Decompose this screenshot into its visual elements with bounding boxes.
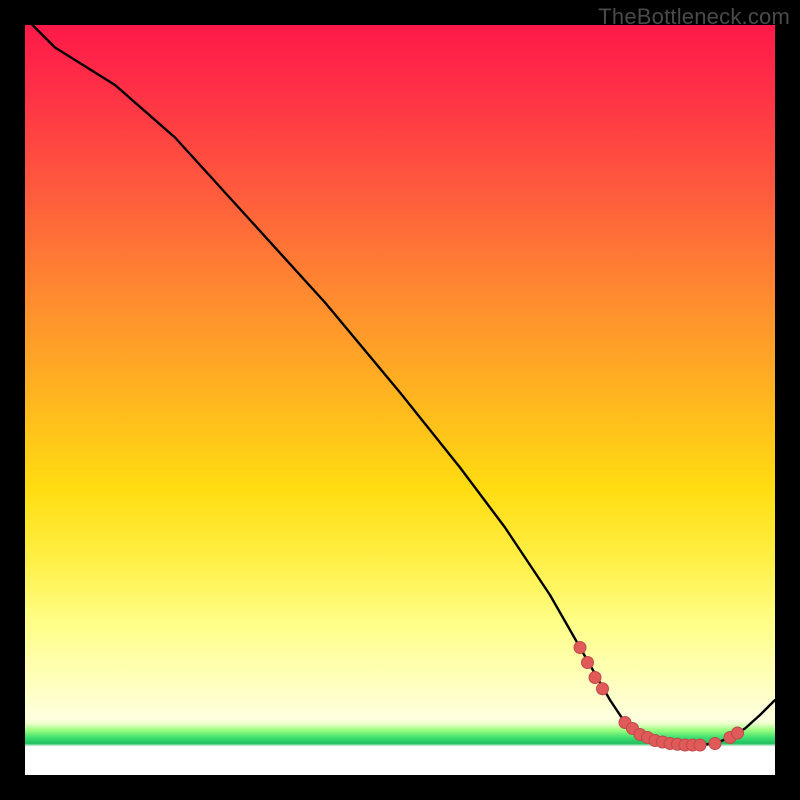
marker-dot bbox=[597, 683, 609, 695]
marker-dot bbox=[694, 739, 706, 751]
marker-dot bbox=[574, 642, 586, 654]
marker-dot bbox=[582, 657, 594, 669]
curve-line bbox=[33, 25, 776, 745]
marker-dot bbox=[709, 738, 721, 750]
marker-dot bbox=[732, 727, 744, 739]
curve-svg bbox=[25, 25, 775, 775]
chart-frame: TheBottleneck.com bbox=[0, 0, 800, 800]
plot-area bbox=[25, 25, 775, 775]
watermark-text: TheBottleneck.com bbox=[598, 4, 790, 30]
marker-group bbox=[574, 642, 744, 752]
marker-dot bbox=[589, 672, 601, 684]
